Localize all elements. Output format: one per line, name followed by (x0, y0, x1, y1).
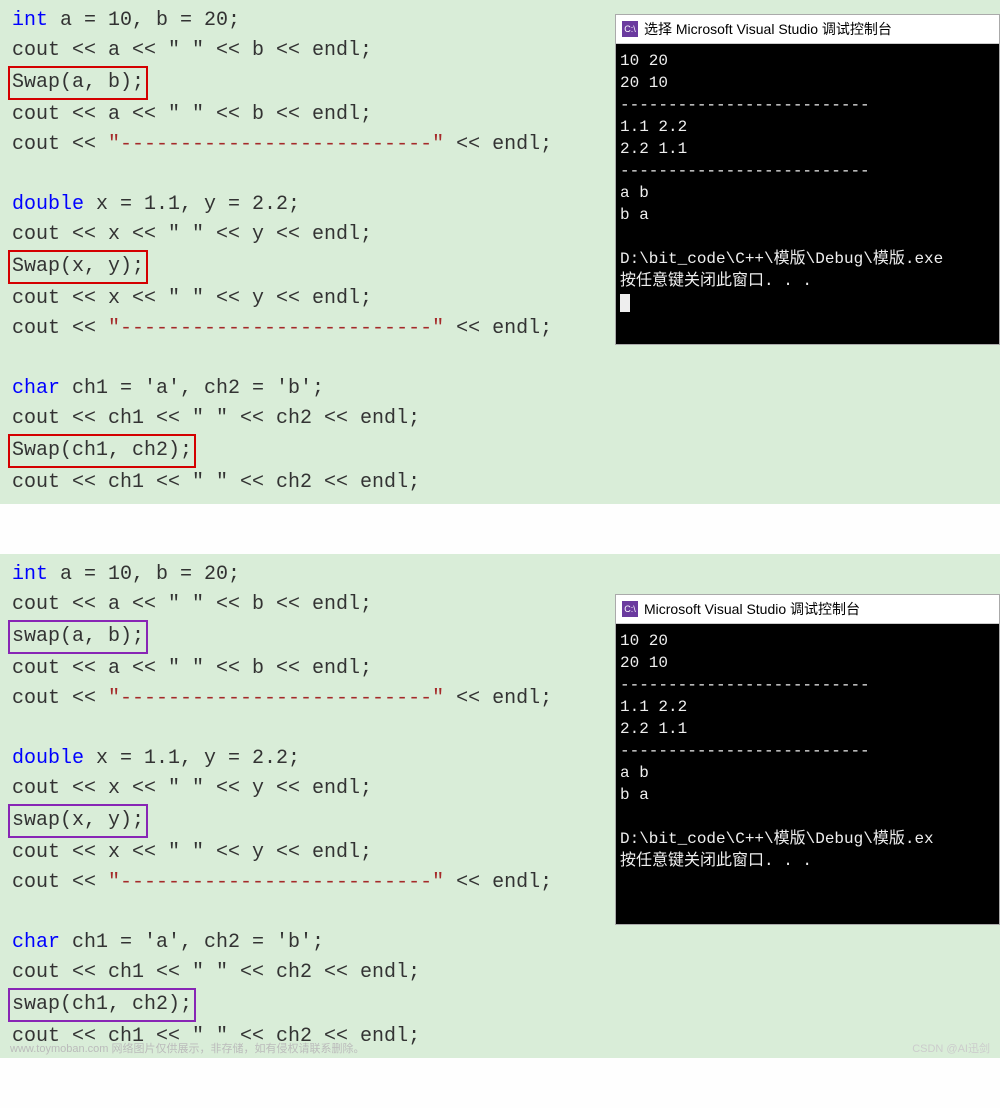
code-text: << endl; (444, 871, 552, 894)
code-text: a = 10, b = 20; (48, 563, 240, 586)
code-text: cout << a << " " << b << endl; (12, 593, 372, 616)
console-icon: C:\ (622, 601, 638, 617)
console-titlebar[interactable]: C:\ 选择 Microsoft Visual Studio 调试控制台 (616, 15, 999, 44)
keyword: int (12, 563, 48, 586)
code-line-highlight: Swap(ch1, ch2); (12, 434, 988, 468)
highlight-box-purple: swap(ch1, ch2); (8, 988, 196, 1022)
code-text: cout << ch1 << " " << ch2 << endl; (12, 961, 420, 984)
code-text: cout << a << " " << b << endl; (12, 39, 372, 62)
highlight-box-purple: swap(x, y); (8, 804, 148, 838)
code-text: cout << (12, 687, 108, 710)
keyword: char (12, 931, 60, 954)
keyword: double (12, 747, 84, 770)
code-text: cout << ch1 << " " << ch2 << endl; (12, 407, 420, 430)
highlight-box-red: Swap(ch1, ch2); (8, 434, 196, 468)
highlight-box-purple: swap(a, b); (8, 620, 148, 654)
string-literal: "--------------------------" (108, 871, 444, 894)
code-line: int a = 10, b = 20; (12, 560, 988, 590)
code-line (12, 344, 988, 374)
code-line: char ch1 = 'a', ch2 = 'b'; (12, 928, 988, 958)
string-literal: "--------------------------" (108, 133, 444, 156)
code-text: cout << x << " " << y << endl; (12, 777, 372, 800)
code-text: << endl; (444, 687, 552, 710)
console-window-top[interactable]: C:\ 选择 Microsoft Visual Studio 调试控制台 10 … (615, 14, 1000, 345)
console-window-bottom[interactable]: C:\ Microsoft Visual Studio 调试控制台 10 20 … (615, 594, 1000, 925)
code-text: cout << a << " " << b << endl; (12, 657, 372, 680)
code-text: cout << x << " " << y << endl; (12, 841, 372, 864)
console-output[interactable]: 10 20 20 10 -------------------------- 1… (616, 624, 999, 924)
code-line: cout << ch1 << " " << ch2 << endl; (12, 468, 988, 498)
code-text: cout << a << " " << b << endl; (12, 103, 372, 126)
string-literal: "--------------------------" (108, 687, 444, 710)
code-text: x = 1.1, y = 2.2; (84, 747, 300, 770)
console-title-text: 选择 Microsoft Visual Studio 调试控制台 (644, 19, 892, 39)
highlight-box-red: Swap(a, b); (8, 66, 148, 100)
code-text: cout << x << " " << y << endl; (12, 223, 372, 246)
code-line: cout << ch1 << " " << ch2 << endl; (12, 958, 988, 988)
code-text: cout << (12, 133, 108, 156)
keyword: double (12, 193, 84, 216)
code-text: cout << ch1 << " " << ch2 << endl; (12, 471, 420, 494)
bottom-panel: int a = 10, b = 20; cout << a << " " << … (0, 554, 1000, 1058)
console-text: 10 20 20 10 -------------------------- 1… (620, 52, 943, 290)
watermark-text: www.toymoban.com 网络图片仅供展示，非存储，如有侵权请联系删除。 (10, 1040, 364, 1056)
code-text: << endl; (444, 133, 552, 156)
code-text: x = 1.1, y = 2.2; (84, 193, 300, 216)
code-line: char ch1 = 'a', ch2 = 'b'; (12, 374, 988, 404)
code-text: << endl; (444, 317, 552, 340)
console-titlebar[interactable]: C:\ Microsoft Visual Studio 调试控制台 (616, 595, 999, 624)
highlight-box-red: Swap(x, y); (8, 250, 148, 284)
console-text: 10 20 20 10 -------------------------- 1… (620, 632, 934, 870)
code-text: cout << (12, 317, 108, 340)
code-text: ch1 = 'a', ch2 = 'b'; (60, 931, 324, 954)
code-line-highlight: swap(ch1, ch2); (12, 988, 988, 1022)
cursor-icon (620, 294, 630, 312)
code-text: cout << x << " " << y << endl; (12, 287, 372, 310)
code-text: cout << (12, 871, 108, 894)
code-line: cout << ch1 << " " << ch2 << endl; (12, 404, 988, 434)
console-icon: C:\ (622, 21, 638, 37)
console-output[interactable]: 10 20 20 10 -------------------------- 1… (616, 44, 999, 344)
top-panel: int a = 10, b = 20; cout << a << " " << … (0, 0, 1000, 504)
console-title-text: Microsoft Visual Studio 调试控制台 (644, 599, 860, 619)
keyword: char (12, 377, 60, 400)
keyword: int (12, 9, 48, 32)
csdn-credit: CSDN @AI迅剑 (912, 1040, 990, 1056)
code-text: ch1 = 'a', ch2 = 'b'; (60, 377, 324, 400)
code-text: a = 10, b = 20; (48, 9, 240, 32)
string-literal: "--------------------------" (108, 317, 444, 340)
